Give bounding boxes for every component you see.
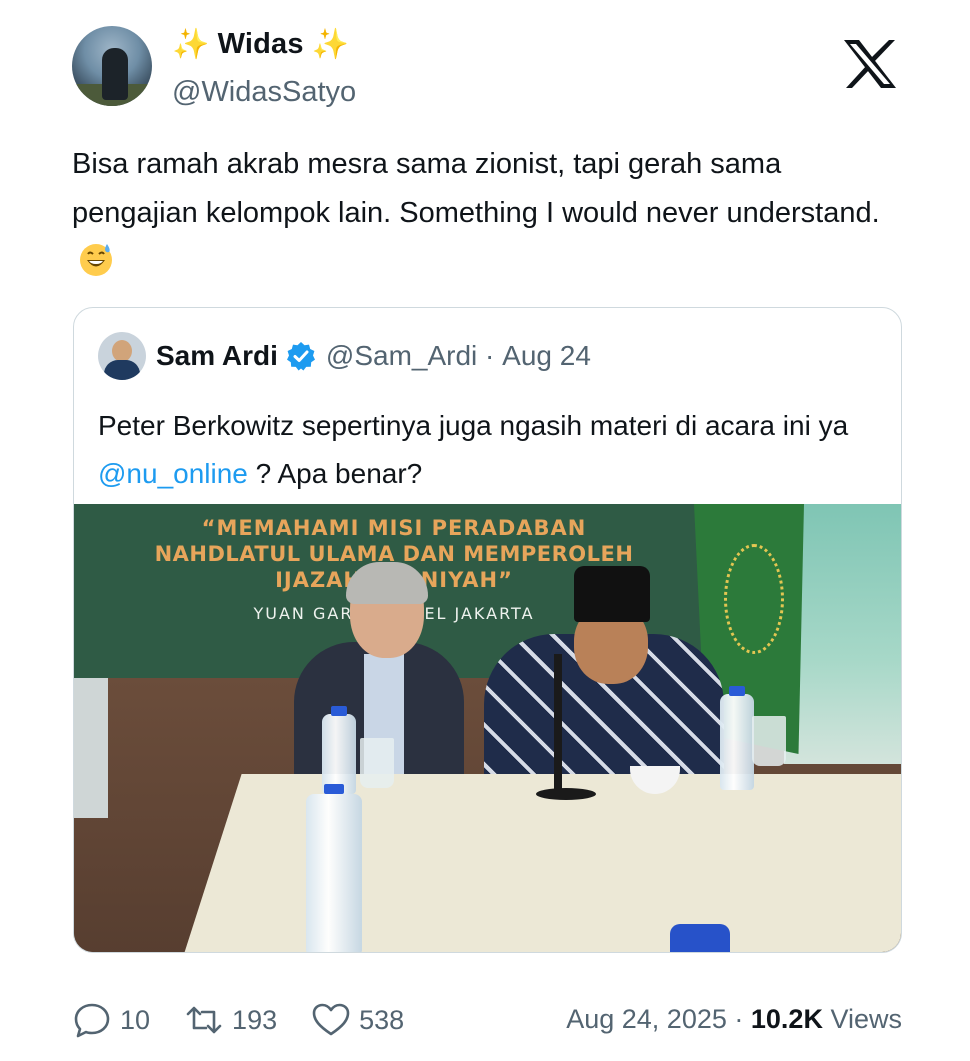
repost-button[interactable]: 193 [184,1002,277,1038]
table [184,774,901,952]
author-handle[interactable]: @WidasSatyo [172,76,356,109]
quoted-author-handle[interactable]: @Sam_Ardi [326,340,477,372]
reply-button[interactable]: 10 [72,1002,150,1038]
engagement-bar: 10 193 538 [72,998,438,1042]
quoted-author-avatar[interactable] [98,332,146,380]
banner-line-1: “MEMAHAMI MISI PERADABAN [201,516,587,540]
author-name-text: Widas [217,28,304,60]
reply-icon [74,1003,110,1038]
like-button[interactable]: 538 [311,1002,404,1038]
quoted-author-name[interactable]: Sam Ardi [156,340,278,372]
grinning-face-with-sweat-emoji-icon [80,244,112,276]
tweet-timestamp[interactable]: Aug 24, 2025 [566,1004,727,1034]
quoted-tweet-header: Sam Ardi @Sam_Ardi · Aug 24 [156,340,591,372]
tweet-body: Bisa ramah akrab mesra sama zionist, tap… [72,148,880,229]
like-count: 538 [359,1004,405,1035]
repost-icon [186,1006,222,1034]
quoted-tweet-image[interactable]: “MEMAHAMI MISI PERADABAN NAHDLATUL ULAMA… [74,504,901,952]
mention-link[interactable]: @nu_online [98,458,248,489]
verified-badge-icon [286,342,315,371]
tweet-meta: Aug 24, 2025 · 10.2K Views [566,1004,902,1035]
x-logo-icon[interactable] [842,38,898,90]
views-label: Views [822,1004,902,1034]
repost-count: 193 [232,1004,278,1035]
quoted-tweet-card[interactable]: Sam Ardi @Sam_Ardi · Aug 24 Peter Berkow… [73,307,902,953]
separator-dot: · [726,1004,751,1034]
quoted-tweet-text: Peter Berkowitz sepertinya juga ngasih m… [98,402,888,498]
sparkle-emoji-icon: ✨ [172,27,210,61]
tweet-text: Bisa ramah akrab mesra sama zionist, tap… [72,140,892,287]
separator-dot: · [477,340,503,371]
sparkle-emoji-icon: ✨ [311,27,350,61]
quoted-text-before: Peter Berkowitz sepertinya juga ngasih m… [98,410,856,441]
heart-icon [312,1003,350,1036]
author-display-name[interactable]: ✨ Widas ✨ [172,28,349,61]
reply-count: 10 [120,1004,151,1035]
quoted-text-after: ? Apa benar? [247,458,423,489]
views-count: 10.2K [750,1004,823,1034]
author-avatar[interactable] [72,26,152,106]
quoted-tweet-date[interactable]: Aug 24 [502,340,591,372]
